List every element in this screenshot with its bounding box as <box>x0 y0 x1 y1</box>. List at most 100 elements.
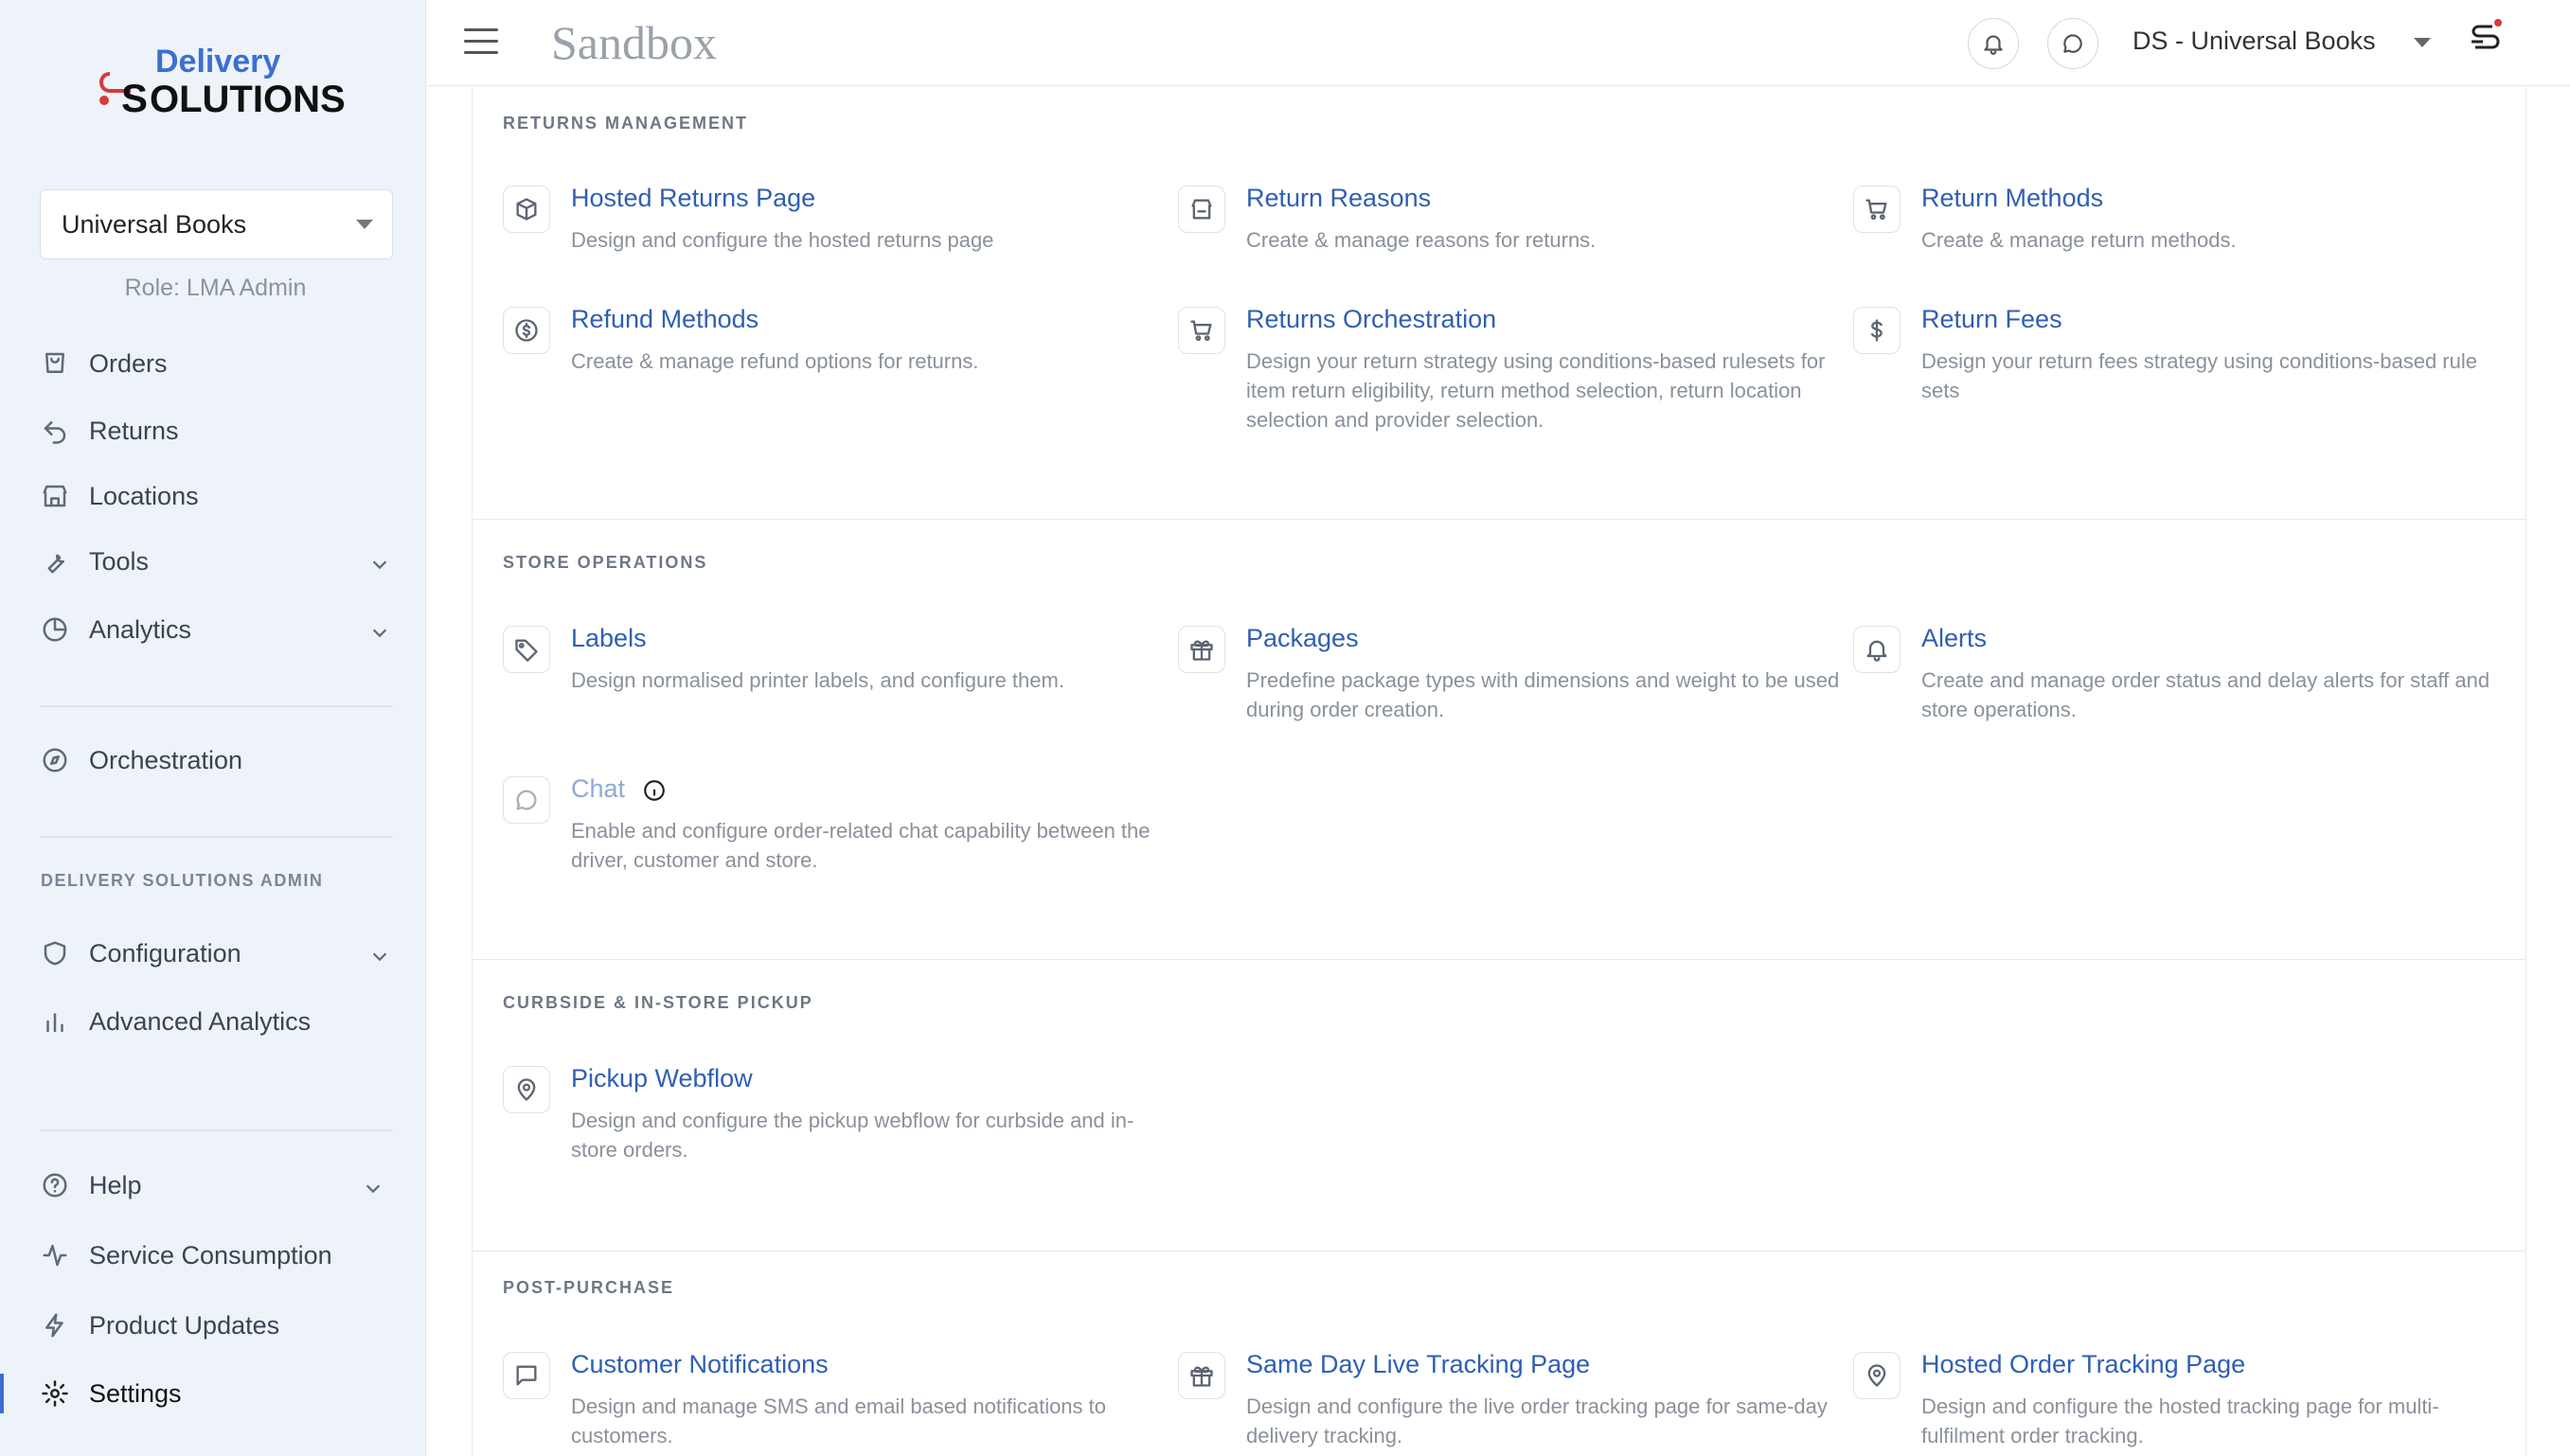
card-description: Create & manage refund options for retur… <box>571 349 979 373</box>
app-logo-icon[interactable] <box>2462 15 2509 62</box>
card-description: Design normalised printer labels, and co… <box>571 668 1064 692</box>
section-title: POST-PURCHASE <box>503 1278 675 1297</box>
pie-chart-icon <box>40 614 70 645</box>
card-title[interactable]: Alerts <box>1921 624 1987 653</box>
sidebar-item-label: Orders <box>89 348 168 378</box>
card-title[interactable]: Hosted Order Tracking Page <box>1921 1350 2245 1379</box>
environment-label: Sandbox <box>551 16 717 69</box>
sidebar-item-advanced-analytics[interactable]: Advanced Analytics <box>40 999 409 1044</box>
store-operations-section: STORE OPERATIONS Labels Design normalise… <box>473 520 2525 960</box>
sidebar-item-returns[interactable]: Returns <box>40 408 409 453</box>
section-title: CURBSIDE & IN-STORE PICKUP <box>503 993 813 1012</box>
sidebar-item-label: Advanced Analytics <box>89 1006 312 1036</box>
notifications-button[interactable] <box>1968 18 2019 69</box>
card-title[interactable]: Customer Notifications <box>571 1350 829 1379</box>
dollar-icon <box>1853 307 1901 354</box>
returns-management-section: RETURNS MANAGEMENT Hosted Returns Page D… <box>473 87 2525 520</box>
section-title: STORE OPERATIONS <box>503 553 708 572</box>
sidebar-item-label: Help <box>89 1170 142 1199</box>
gift-icon <box>1178 626 1225 673</box>
sidebar: Delivery S OLUTIONS Universal Books Role… <box>0 0 426 1456</box>
card-title[interactable]: Return Methods <box>1921 184 2103 213</box>
section-title: RETURNS MANAGEMENT <box>503 114 748 133</box>
card-title[interactable]: Hosted Returns Page <box>571 184 815 213</box>
card-description: Design your return strategy using condit… <box>1246 349 1826 432</box>
shield-icon <box>40 938 70 968</box>
sidebar-item-locations[interactable]: Locations <box>40 473 409 519</box>
delivery-solutions-logo[interactable]: Delivery S OLUTIONS <box>93 36 348 121</box>
chat-icon <box>2063 34 2082 53</box>
sidebar-item-product-updates[interactable]: Product Updates <box>40 1303 409 1348</box>
admin-section-label: DELIVERY SOLUTIONS ADMIN <box>41 871 324 890</box>
sidebar-item-label: Service Consumption <box>89 1240 332 1270</box>
card-description: Design and configure the pickup webflow … <box>571 1109 1134 1162</box>
role-label: Role: LMA Admin <box>124 275 307 301</box>
sidebar-item-label: Settings <box>89 1378 182 1408</box>
bell-icon <box>1853 626 1901 673</box>
sidebar-item-label: Configuration <box>89 938 241 968</box>
activity-icon <box>40 1240 70 1270</box>
chevron-down-icon[interactable] <box>2414 38 2431 47</box>
chevron-down-icon[interactable] <box>369 620 390 641</box>
sidebar-item-label: Tools <box>89 546 150 576</box>
card-description: Enable and configure order-related chat … <box>571 819 1151 872</box>
sidebar-divider <box>40 836 393 838</box>
gear-icon <box>40 1378 70 1409</box>
sidebar-item-label: Orchestration <box>89 745 243 774</box>
card-description: Design your return fees strategy using c… <box>1921 349 2477 402</box>
chevron-down-icon <box>356 220 373 229</box>
sidebar-item-service-consumption[interactable]: Service Consumption <box>40 1233 409 1278</box>
card-title[interactable]: Chat <box>571 774 625 803</box>
card-title[interactable]: Returns Orchestration <box>1246 305 1496 334</box>
menu-icon[interactable] <box>464 28 498 57</box>
sidebar-item-help[interactable]: Help <box>40 1163 409 1208</box>
chevron-down-icon[interactable] <box>369 552 390 573</box>
organization-select[interactable]: Universal Books <box>40 189 393 259</box>
organization-select-value: Universal Books <box>62 209 247 239</box>
sidebar-item-configuration[interactable]: Configuration <box>40 931 409 976</box>
card-description: Create & manage reasons for returns. <box>1246 228 1597 252</box>
chevron-down-icon[interactable] <box>369 944 390 965</box>
store-icon <box>40 481 70 511</box>
chevron-down-icon[interactable] <box>363 1176 384 1197</box>
sidebar-item-analytics[interactable]: Analytics <box>40 607 409 652</box>
chat-icon <box>503 776 550 824</box>
card-description: Design and manage SMS and email based no… <box>571 1394 1107 1447</box>
svg-text:S: S <box>121 76 148 120</box>
gift-icon <box>1178 1352 1225 1399</box>
sidebar-item-settings[interactable]: Settings <box>40 1371 409 1416</box>
card-title[interactable]: Return Reasons <box>1246 184 1431 213</box>
sidebar-item-label: Locations <box>89 481 199 510</box>
account-menu[interactable]: DS - Universal Books <box>2133 27 2376 56</box>
lightning-icon <box>40 1310 70 1341</box>
sidebar-item-orders[interactable]: Orders <box>40 341 409 386</box>
map-pin-icon <box>503 1066 550 1113</box>
card-description: Create & manage return methods. <box>1921 228 2237 252</box>
card-title[interactable]: Refund Methods <box>571 305 759 334</box>
card-description: Design and configure the hosted returns … <box>571 228 994 252</box>
sidebar-item-orchestration[interactable]: Orchestration <box>40 737 409 783</box>
info-icon[interactable] <box>642 778 667 803</box>
card-title[interactable]: Return Fees <box>1921 305 2062 334</box>
sidebar-item-tools[interactable]: Tools <box>40 539 409 584</box>
card-title[interactable]: Pickup Webflow <box>571 1064 753 1093</box>
card-title[interactable]: Labels <box>571 624 647 653</box>
svg-text:Delivery: Delivery <box>155 44 280 80</box>
wrench-icon <box>40 546 70 577</box>
messages-button[interactable] <box>2047 18 2098 69</box>
sidebar-divider <box>40 705 393 707</box>
card-title[interactable]: Same Day Live Tracking Page <box>1246 1350 1590 1379</box>
curbside-pickup-section: CURBSIDE & IN-STORE PICKUP Pickup Webflo… <box>473 960 2525 1252</box>
package-return-icon <box>503 186 550 233</box>
bell-icon <box>1984 35 2003 55</box>
bar-chart-icon <box>40 1006 70 1037</box>
help-icon <box>40 1170 70 1200</box>
return-arrow-icon <box>40 416 70 446</box>
card-description: Predefine package types with dimensions … <box>1246 668 1840 721</box>
card-title[interactable]: Packages <box>1246 624 1359 653</box>
cart-icon <box>40 348 70 379</box>
svg-text:OLUTIONS: OLUTIONS <box>150 79 346 120</box>
active-indicator <box>0 1374 4 1413</box>
settings-content: RETURNS MANAGEMENT Hosted Returns Page D… <box>472 87 2526 1456</box>
card-description: Design and configure the live order trac… <box>1246 1394 1828 1447</box>
